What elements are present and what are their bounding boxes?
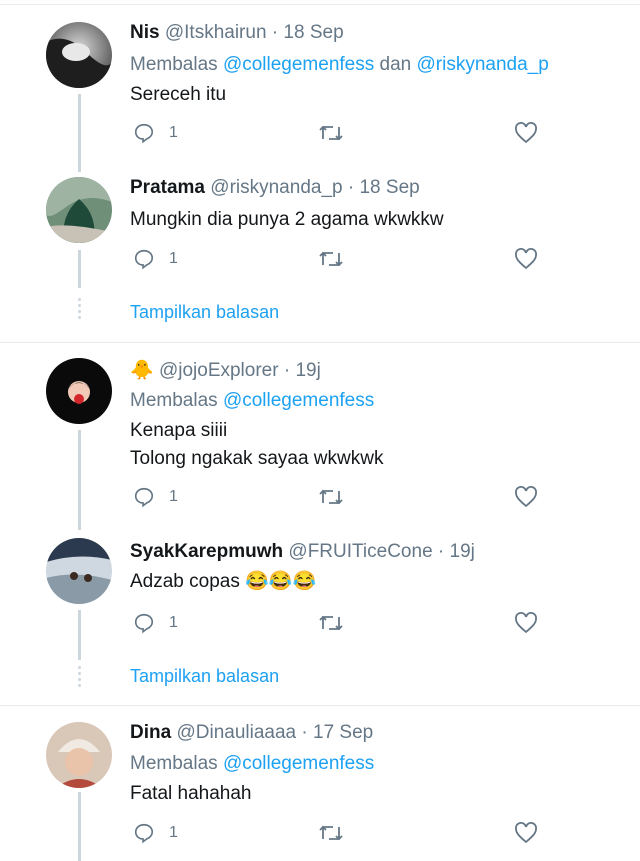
reply-count: 1 <box>169 488 178 505</box>
retweet-icon <box>319 615 343 631</box>
mention-link[interactable]: @collegemenfess <box>223 753 374 774</box>
tweet-header: Nis @Itskhairun · 18 Sep <box>130 21 344 45</box>
retweet-icon <box>319 489 343 505</box>
reply-count: 1 <box>169 614 178 631</box>
retweet-button[interactable] <box>318 248 344 270</box>
display-name[interactable]: Nis <box>130 22 160 43</box>
retweet-button[interactable] <box>318 122 344 144</box>
display-name[interactable]: Dina <box>130 722 171 743</box>
thread-line <box>78 250 81 288</box>
tweet-header: Dina @Dinauliaaaa · 17 Sep <box>130 721 373 745</box>
reply-prefix: Membalas <box>130 390 218 411</box>
thread-line <box>78 430 81 530</box>
like-icon <box>515 612 537 634</box>
tweet-header: 🐥 @jojoExplorer · 19j <box>130 359 321 383</box>
reply-join: dan <box>379 54 412 75</box>
reply-count: 1 <box>169 250 178 267</box>
divider <box>0 342 640 343</box>
show-replies-link[interactable]: Tampilkan balasan <box>130 302 279 323</box>
avatar[interactable] <box>46 22 112 88</box>
reply-context: Membalas @collegemenfess dan @riskynanda… <box>130 53 549 77</box>
timestamp[interactable]: 19j <box>295 360 320 381</box>
handle[interactable]: @Itskhairun <box>165 22 267 43</box>
retweet-icon <box>319 251 343 267</box>
timestamp[interactable]: 18 Sep <box>283 22 343 43</box>
mention-link[interactable]: @collegemenfess <box>223 390 374 411</box>
like-icon <box>515 248 537 270</box>
separator: · <box>296 722 313 743</box>
separator: · <box>342 177 360 198</box>
reply-icon <box>134 123 154 144</box>
separator: · <box>278 360 296 381</box>
separator: · <box>266 22 284 43</box>
display-name[interactable]: SyakKarepmuwh <box>130 541 283 562</box>
reply-icon <box>134 613 154 634</box>
like-button[interactable] <box>514 822 538 844</box>
separator: · <box>432 541 450 562</box>
like-icon <box>515 122 537 144</box>
timestamp[interactable]: 18 Sep <box>359 177 419 198</box>
tweet-text-line-1: Kenapa siiii <box>130 420 228 441</box>
like-button[interactable] <box>514 486 538 508</box>
reply-icon <box>134 823 154 844</box>
like-button[interactable] <box>514 612 538 634</box>
retweet-button[interactable] <box>318 486 344 508</box>
reply-count: 1 <box>169 124 178 141</box>
tweet-header: Pratama @riskynanda_p · 18 Sep <box>130 176 420 200</box>
show-replies-link[interactable]: Tampilkan balasan <box>130 666 279 687</box>
reply-button[interactable]: 1 <box>133 248 178 270</box>
reply-count: 1 <box>169 824 178 841</box>
reply-prefix: Membalas <box>130 753 218 774</box>
reply-button[interactable]: 1 <box>133 612 178 634</box>
avatar[interactable] <box>46 538 112 604</box>
avatar[interactable] <box>46 177 112 243</box>
retweet-button[interactable] <box>318 612 344 634</box>
retweet-icon <box>319 825 343 841</box>
handle[interactable]: @riskynanda_p <box>210 177 342 198</box>
avatar[interactable] <box>46 358 112 424</box>
divider <box>0 705 640 706</box>
mention-link[interactable]: @riskynanda_p <box>417 54 549 75</box>
timestamp[interactable]: 17 Sep <box>313 722 373 743</box>
reply-button[interactable]: 1 <box>133 486 178 508</box>
timestamp[interactable]: 19j <box>450 541 475 562</box>
tweet-text: Adzab copas 😂😂😂 <box>130 571 317 592</box>
reply-icon <box>134 249 154 270</box>
reply-button[interactable]: 1 <box>133 822 178 844</box>
thread-dots <box>77 298 82 322</box>
reply-icon <box>134 487 154 508</box>
tweet-header: SyakKarepmuwh @FRUITiceCone · 19j <box>130 540 475 564</box>
like-icon <box>515 486 537 508</box>
tweet-text-line-2: Tolong ngakak sayaa wkwkwk <box>130 448 384 469</box>
thread-line <box>78 610 81 660</box>
handle[interactable]: @Dinauliaaaa <box>176 722 296 743</box>
retweet-icon <box>319 125 343 141</box>
tweet-text: Mungkin dia punya 2 agama wkwkkw <box>130 209 444 230</box>
thread-line <box>78 792 81 861</box>
like-icon <box>515 822 537 844</box>
thread-dots <box>77 666 82 690</box>
reply-context: Membalas @collegemenfess <box>130 389 374 413</box>
reply-prefix: Membalas <box>130 54 218 75</box>
mention-link[interactable]: @collegemenfess <box>223 54 374 75</box>
retweet-button[interactable] <box>318 822 344 844</box>
handle[interactable]: @FRUITiceCone <box>288 541 432 562</box>
like-button[interactable] <box>514 248 538 270</box>
reply-context: Membalas @collegemenfess <box>130 752 374 776</box>
tweet-text: Fatal hahahah <box>130 783 252 804</box>
display-name[interactable]: Pratama <box>130 177 205 198</box>
divider <box>0 4 640 5</box>
tweet-text: Sereceh itu <box>130 84 227 105</box>
avatar[interactable] <box>46 722 112 788</box>
like-button[interactable] <box>514 122 538 144</box>
thread-line <box>78 94 81 172</box>
handle[interactable]: @jojoExplorer <box>159 360 279 381</box>
reply-button[interactable]: 1 <box>133 122 178 144</box>
display-name[interactable]: 🐥 <box>130 360 154 381</box>
